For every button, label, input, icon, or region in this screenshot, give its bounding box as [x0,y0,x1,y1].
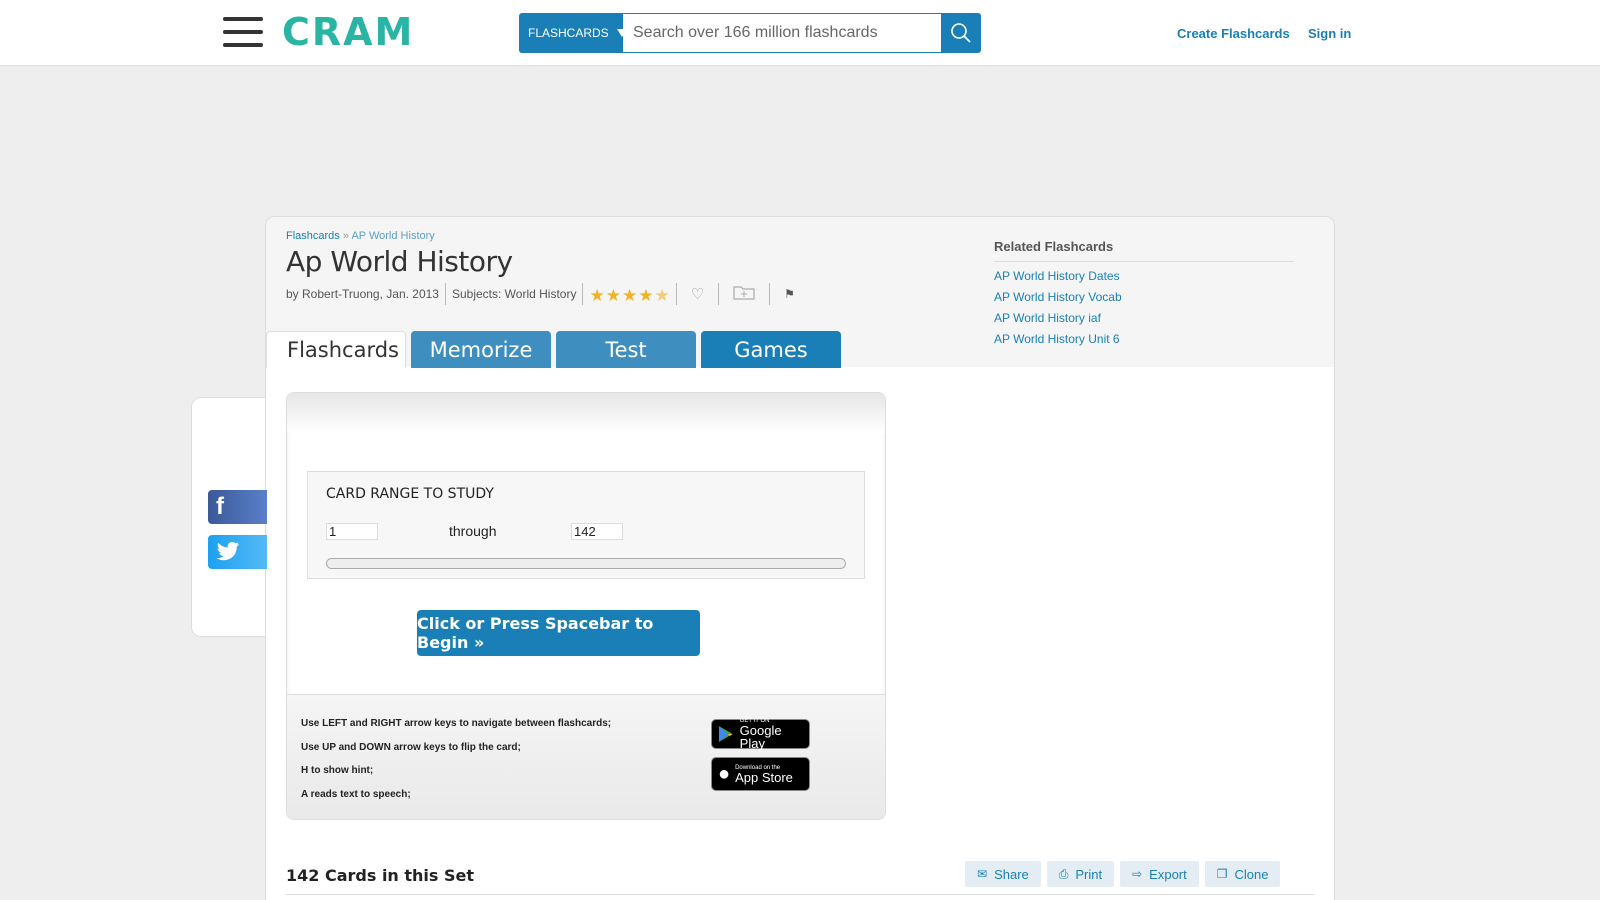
search-bar: FLASHCARDS [519,13,981,53]
set-actions: ✉ Share ⎙ Print ⇨ Export ❐ Clone [965,861,1281,887]
facebook-share-button[interactable]: f [208,490,267,524]
star-rating[interactable]: ★ ★ ★ ★ ★ [589,287,669,304]
panel-shade [287,393,885,433]
hint-text: Use UP and DOWN arrow keys to flip the c… [301,742,521,753]
top-header: CRAM FLASHCARDS Create Flashcards Sign i… [0,0,1600,66]
envelope-icon: ✉ [977,867,988,881]
google-play-icon [718,726,733,742]
author-info: by Robert-Truong, Jan. 2013 [286,287,439,301]
mode-tabs: Flashcards Memorize Test Games [266,331,846,368]
star-icon: ★ [605,285,621,305]
clone-icon: ❐ [1216,867,1228,881]
star-icon: ★ [589,285,605,305]
twitter-icon [216,542,239,561]
card-range-box: CARD RANGE TO STUDY through [307,471,865,579]
keyboard-hints: Use LEFT and RIGHT arrow keys to navigat… [287,694,885,819]
divider [444,283,446,305]
facebook-icon: f [216,493,224,520]
star-icon: ★ [621,285,638,305]
star-half-icon: ★ [654,285,670,305]
app-store-label: App Store [735,769,793,785]
google-play-label: Google Play [739,723,782,751]
menu-icon[interactable] [223,17,263,49]
breadcrumb: Flashcards » AP World History [286,230,435,242]
related-link[interactable]: AP World History Dates [994,269,1294,283]
divider [675,283,677,305]
related-heading: Related Flashcards [994,239,1294,262]
range-to-input[interactable] [571,523,623,540]
cards-count: 142 Cards in this Set [286,866,475,885]
share-button[interactable]: ✉ Share [965,861,1041,887]
flag-icon[interactable]: ⚑ [784,287,795,301]
breadcrumb-current[interactable]: AP World History [351,230,434,242]
clone-button[interactable]: ❐ Clone [1204,861,1281,887]
breadcrumb-flashcards[interactable]: Flashcards [286,230,340,242]
create-flashcards-link[interactable]: Create Flashcards [1177,26,1290,41]
hint-text: Use LEFT and RIGHT arrow keys to navigat… [301,718,612,729]
app-store-button[interactable]: ● Download on the App Store [711,757,810,791]
study-panel: CARD RANGE TO STUDY through Click or Pre… [286,392,886,820]
tab-flashcards[interactable]: Flashcards [266,331,406,368]
print-label: Print [1075,866,1103,882]
google-play-button[interactable]: GET IT ON Google Play [711,718,810,751]
divider [769,283,771,305]
hint-text: A reads text to speech; [301,789,411,800]
related-link[interactable]: AP World History Unit 6 [994,332,1294,346]
search-type-dropdown[interactable]: FLASHCARDS [519,13,627,53]
search-type-label: FLASHCARDS [528,26,609,40]
related-link[interactable]: AP World History iaf [994,311,1294,325]
star-icon: ★ [638,285,654,305]
apple-icon: ● [718,762,731,785]
divider [718,283,720,305]
range-slider[interactable] [326,558,846,569]
breadcrumb-separator: » [342,230,349,242]
tab-games[interactable]: Games [701,331,841,368]
heart-icon[interactable]: ♡ [691,285,704,303]
printer-icon: ⎙ [1058,866,1069,881]
range-through-label: through [449,523,497,539]
tab-memorize[interactable]: Memorize [411,331,551,368]
export-icon: ⇨ [1132,867,1143,881]
sign-in-link[interactable]: Sign in [1308,26,1351,41]
social-share-sidebar: f [191,397,267,637]
export-label: Export [1149,866,1187,882]
cram-logo[interactable]: CRAM [282,10,414,54]
share-label: Share [994,866,1029,882]
divider [286,894,1314,895]
print-button[interactable]: ⎙ Print [1046,861,1115,887]
set-meta: by Robert-Truong, Jan. 2013 Subjects: Wo… [286,283,803,305]
twitter-share-button[interactable] [208,535,267,569]
related-flashcards: Related Flashcards AP World History Date… [994,239,1294,346]
begin-button[interactable]: Click or Press Spacebar to Begin » [417,610,700,656]
divider [582,283,584,305]
search-icon [951,23,971,43]
hint-text: H to show hint; [301,765,374,776]
range-from-input[interactable] [326,523,378,540]
tab-test[interactable]: Test [556,331,696,368]
page-title: Ap World History [286,245,513,278]
add-to-folder-icon[interactable] [733,284,755,304]
clone-label: Clone [1234,866,1269,882]
range-title: CARD RANGE TO STUDY [326,486,494,502]
related-link[interactable]: AP World History Vocab [994,290,1294,304]
export-button[interactable]: ⇨ Export [1120,861,1199,887]
search-button[interactable] [941,13,981,53]
search-input[interactable] [623,13,941,53]
subjects: Subjects: World History [451,287,577,301]
